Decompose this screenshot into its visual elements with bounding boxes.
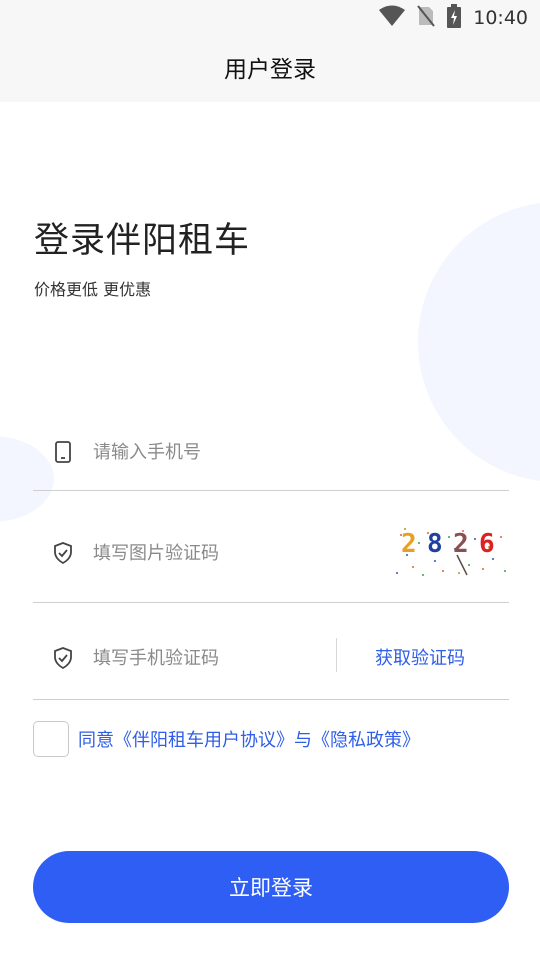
- sms-code-row: 获取验证码: [33, 602, 509, 700]
- agreement-checkbox[interactable]: [33, 721, 69, 757]
- status-time: 10:40: [473, 7, 528, 29]
- captcha-digit: 6: [479, 529, 495, 559]
- login-screen: 10:40 用户登录 登录伴阳租车 价格更低 更优惠 2 8 2 6: [0, 0, 540, 960]
- vertical-divider: [336, 638, 337, 672]
- header-bar: 10:40 用户登录: [0, 0, 540, 102]
- phone-input[interactable]: [93, 440, 473, 464]
- login-button[interactable]: 立即登录: [33, 851, 509, 923]
- welcome-subtitle: 价格更低 更优惠: [34, 280, 152, 299]
- captcha-image[interactable]: 2 8 2 6: [393, 525, 509, 577]
- image-code-input[interactable]: [93, 541, 373, 565]
- welcome-title: 登录伴阳租车: [34, 221, 251, 261]
- phone-icon: [51, 440, 75, 464]
- battery-charging-icon: [447, 4, 462, 32]
- get-code-button[interactable]: 获取验证码: [375, 644, 465, 670]
- phone-row: [33, 410, 509, 491]
- no-sim-icon: [417, 5, 436, 31]
- sms-code-input[interactable]: [93, 646, 323, 670]
- captcha-digit: 8: [427, 529, 443, 559]
- status-bar: 10:40: [379, 4, 528, 32]
- page-title: 用户登录: [224, 57, 316, 83]
- captcha-digit: 2: [453, 529, 469, 559]
- captcha-digit: 2: [401, 529, 417, 559]
- shield-check-icon: [51, 646, 75, 670]
- agreement-link[interactable]: 同意《伴阳租车用户协议》与《隐私政策》: [78, 726, 420, 752]
- shield-check-icon: [51, 541, 75, 565]
- wifi-icon: [379, 5, 406, 31]
- image-code-row: 2 8 2 6: [33, 503, 509, 603]
